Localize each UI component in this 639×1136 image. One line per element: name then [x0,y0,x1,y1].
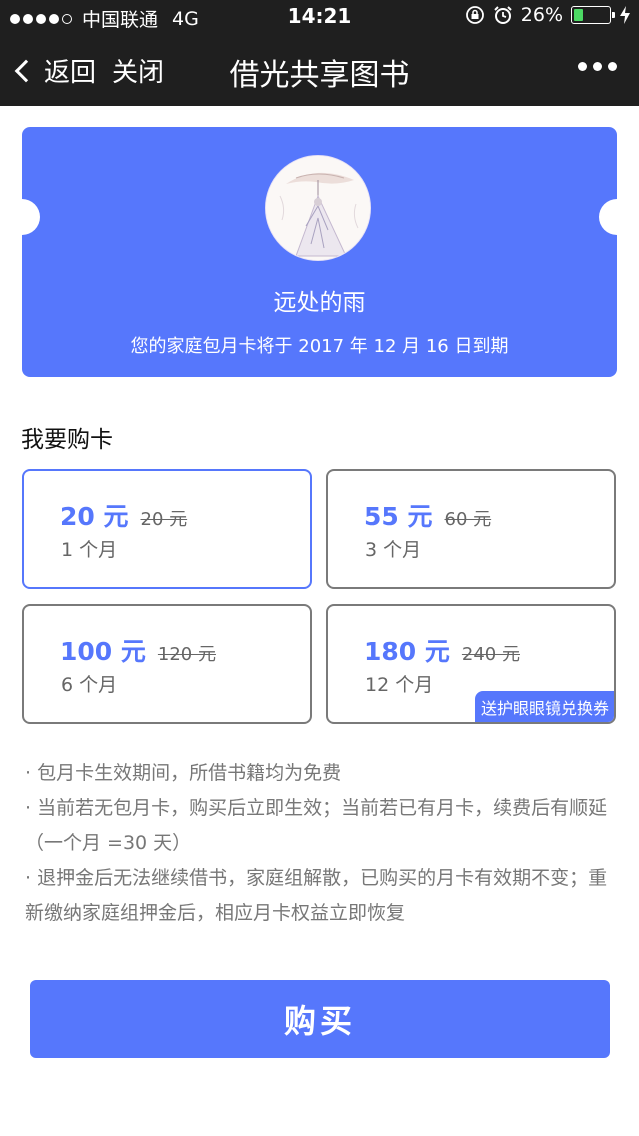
note-item: · 当前若无包月卡，购买后立即生效；当前若已有月卡，续费后有顺延（一个月 =30… [25,797,608,854]
username: 远处的雨 [273,290,366,316]
gift-badge: 送护眼眼镜兑换券 [474,691,614,722]
section-title: 我要购卡 [21,427,113,453]
card-notch-left [4,199,40,235]
battery-fill [574,9,583,21]
price-row: 100 元 120 元 [60,632,216,668]
price-row: 20 元 20 元 [60,497,187,533]
avatar [265,155,371,261]
alarm-icon [494,6,512,24]
plan-original-price: 60 元 [444,509,492,530]
plan-option-6-months[interactable]: 100 元 120 元 6 个月 [22,604,312,724]
expire-text: 您的家庭包月卡将于 2017 年 12 月 16 日到期 [130,336,509,357]
membership-card: 远处的雨 您的家庭包月卡将于 2017 年 12 月 16 日到期 [4,127,635,377]
more-dots-icon[interactable] [578,62,617,71]
battery-percent: 26% [520,4,563,26]
plan-duration: 1 个月 [61,539,118,561]
plan-price: 180 元 [364,637,450,666]
notes-list: · 包月卡生效期间，所借书籍均为免费 · 当前若无包月卡，购买后立即生效；当前若… [25,756,625,931]
price-row: 55 元 60 元 [364,497,491,533]
plan-price: 20 元 [60,502,129,531]
plan-original-price: 120 元 [157,644,216,665]
nav-bar: 返回 关闭 借光共享图书 [0,32,639,106]
plan-duration: 3 个月 [365,539,422,561]
plan-duration: 12 个月 [365,674,434,696]
plan-price: 100 元 [60,637,146,666]
buy-button[interactable]: 购买 [30,980,610,1058]
plan-duration: 6 个月 [61,674,118,696]
plan-original-price: 20 元 [140,509,188,530]
plan-price: 55 元 [364,502,433,531]
note-item: · 包月卡生效期间，所借书籍均为免费 [25,762,342,784]
avatar-image [266,156,370,260]
plan-option-3-months[interactable]: 55 元 60 元 3 个月 [326,469,616,589]
battery-icon [571,6,615,24]
plan-option-12-months[interactable]: 180 元 240 元 12 个月 送护眼眼镜兑换券 [326,604,616,724]
status-bar: 中国联通 4G 14:21 26% [0,0,639,32]
plan-option-1-month[interactable]: 20 元 20 元 1 个月 [22,469,312,589]
price-row: 180 元 240 元 [364,632,520,668]
note-item: · 退押金后无法继续借书，家庭组解散，已购买的月卡有效期不变；重新缴纳家庭组押金… [25,867,608,924]
status-right: 26% [465,4,631,26]
rotation-lock-icon [465,6,484,24]
charging-bolt-icon [620,6,630,24]
card-notch-right [599,199,635,235]
plan-original-price: 240 元 [461,644,520,665]
page-title: 借光共享图书 [229,58,410,93]
